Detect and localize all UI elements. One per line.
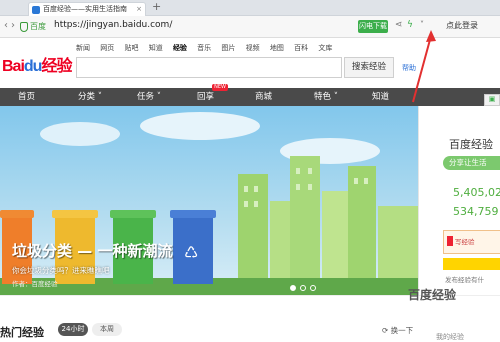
section-title: 热门经验 xyxy=(0,326,44,339)
browser-tab-bar: 百度经验——实用生活指南 × + xyxy=(0,0,500,16)
forward-icon[interactable]: › xyxy=(11,20,15,31)
share-icon[interactable]: ⋖ xyxy=(395,20,403,30)
nav-link-tieba[interactable]: 贴吧 xyxy=(124,44,138,52)
refresh-icon: ⟳ xyxy=(382,326,391,335)
hero-author: 作者：百度经验 xyxy=(12,280,58,288)
tab-week[interactable]: 本周 xyxy=(92,323,122,336)
carousel-dot[interactable] xyxy=(310,285,316,291)
panel-title: 百度经验 xyxy=(449,138,493,151)
stat-number-2: 534,759 xyxy=(453,205,499,218)
lightning-icon[interactable]: ϟ xyxy=(407,20,413,30)
building xyxy=(290,156,320,286)
url-field[interactable]: https://jingyan.baidu.com/ xyxy=(54,20,172,30)
my-experience-link[interactable]: 我的经验 xyxy=(436,332,464,342)
cloud xyxy=(40,122,120,146)
hero-subtitle: 你会垃圾分类吗？进来瞧瞧吧 xyxy=(12,266,110,275)
tab-title: 百度经验——实用生活指南 xyxy=(43,5,127,13)
new-badge: NEW xyxy=(212,84,228,91)
stat-number-1: 5,405,027 xyxy=(453,186,500,199)
refresh-label: 换一下 xyxy=(390,326,414,335)
nav-link-music[interactable]: 音乐 xyxy=(197,44,211,52)
browser-tab[interactable]: 百度经验——实用生活指南 × xyxy=(28,2,146,16)
logo-text-left: Bai xyxy=(2,58,25,75)
carousel-dot[interactable] xyxy=(300,285,306,291)
refresh-link[interactable]: ⟳ 换一下 xyxy=(382,325,413,336)
shield-icon xyxy=(20,22,28,32)
cta-button[interactable] xyxy=(443,258,500,270)
publish-link[interactable]: 发布经验有什 xyxy=(445,274,484,284)
paw-icon: du xyxy=(23,58,43,75)
building xyxy=(322,191,348,286)
baidu-jingyan-logo[interactable]: Baidu经验 xyxy=(2,52,72,76)
watermark: 百度经验 xyxy=(408,288,457,302)
nav-link-map[interactable]: 地图 xyxy=(270,44,284,52)
nav-link-wenku[interactable]: 文库 xyxy=(318,44,332,52)
hero-title[interactable]: 垃圾分类 — 一种新潮流 xyxy=(12,240,172,261)
carousel-dot-active[interactable] xyxy=(290,285,296,291)
recycle-icon: ♺ xyxy=(184,243,198,262)
nav-mall[interactable]: 商城 xyxy=(255,88,272,106)
search-input[interactable] xyxy=(76,57,342,78)
site-header: Baidu经验 新闻 网页 贴吧 知道 经验 音乐 图片 视频 地图 百科 文库… xyxy=(0,38,500,88)
nav-task[interactable]: 任务 ˅ xyxy=(137,88,161,106)
address-bar: ‹ › 百度 https://jingyan.baidu.com/ 闪电下载 ⋖… xyxy=(0,16,500,38)
help-link[interactable]: 帮助 xyxy=(402,63,416,73)
logo-text-right: 经验 xyxy=(41,58,72,75)
login-link[interactable]: 点此登录 xyxy=(446,20,478,31)
favicon-icon xyxy=(32,6,40,14)
panel-slogan: 分享让生活 xyxy=(443,156,500,170)
building xyxy=(348,166,376,286)
nav-link-news[interactable]: 新闻 xyxy=(76,44,90,52)
nav-link-video[interactable]: 视频 xyxy=(246,44,260,52)
nav-link-jingyan[interactable]: 经验 xyxy=(173,44,187,52)
nav-link-web[interactable]: 网页 xyxy=(100,44,114,52)
cloud xyxy=(140,112,260,140)
nav-zhidao[interactable]: 知道 xyxy=(372,88,389,106)
search-button[interactable]: 搜索经验 xyxy=(344,57,394,78)
trash-bin-blue: ♺ xyxy=(170,210,216,284)
site-label: 百度 xyxy=(30,22,46,31)
close-tab-icon[interactable]: × xyxy=(136,3,142,16)
nav-link-zhidao[interactable]: 知道 xyxy=(149,44,163,52)
write-experience-label[interactable]: 写经验 xyxy=(455,236,475,246)
building xyxy=(238,174,268,284)
hero-banner[interactable]: ♺ 垃圾分类 — 一种新潮流 你会垃圾分类吗？进来瞧瞧吧 作者：百度经验 xyxy=(0,106,418,295)
nav-link-baike[interactable]: 百科 xyxy=(294,44,308,52)
speedup-button[interactable]: 闪电下载 xyxy=(358,20,388,33)
nav-link-image[interactable]: 图片 xyxy=(221,44,235,52)
back-icon[interactable]: ‹ xyxy=(4,20,8,31)
red-envelope-icon xyxy=(447,236,453,246)
dropdown-icon[interactable]: ˅ xyxy=(420,20,424,29)
main-nav: 首页 分类 ˅ 任务 ˅ 回享 商城 特色 ˅ 知道 xyxy=(0,88,500,106)
building xyxy=(378,206,418,286)
right-panel: 百度经验 分享让生活 5,405,027 534,759 写经验 发布经验有什 xyxy=(418,106,500,295)
nav-home[interactable]: 首页 xyxy=(18,88,35,106)
nav-huixiang[interactable]: 回享 xyxy=(197,88,214,106)
new-tab-button[interactable]: + xyxy=(152,0,161,13)
tab-24h[interactable]: 24小时 xyxy=(58,323,88,336)
building xyxy=(270,201,292,286)
nav-feature[interactable]: 特色 ˅ xyxy=(314,88,338,106)
top-nav-links: 新闻 网页 贴吧 知道 经验 音乐 图片 视频 地图 百科 文库 xyxy=(76,43,340,53)
nav-category[interactable]: 分类 ˅ xyxy=(78,88,102,106)
app-icon[interactable]: ▣ xyxy=(484,94,500,106)
